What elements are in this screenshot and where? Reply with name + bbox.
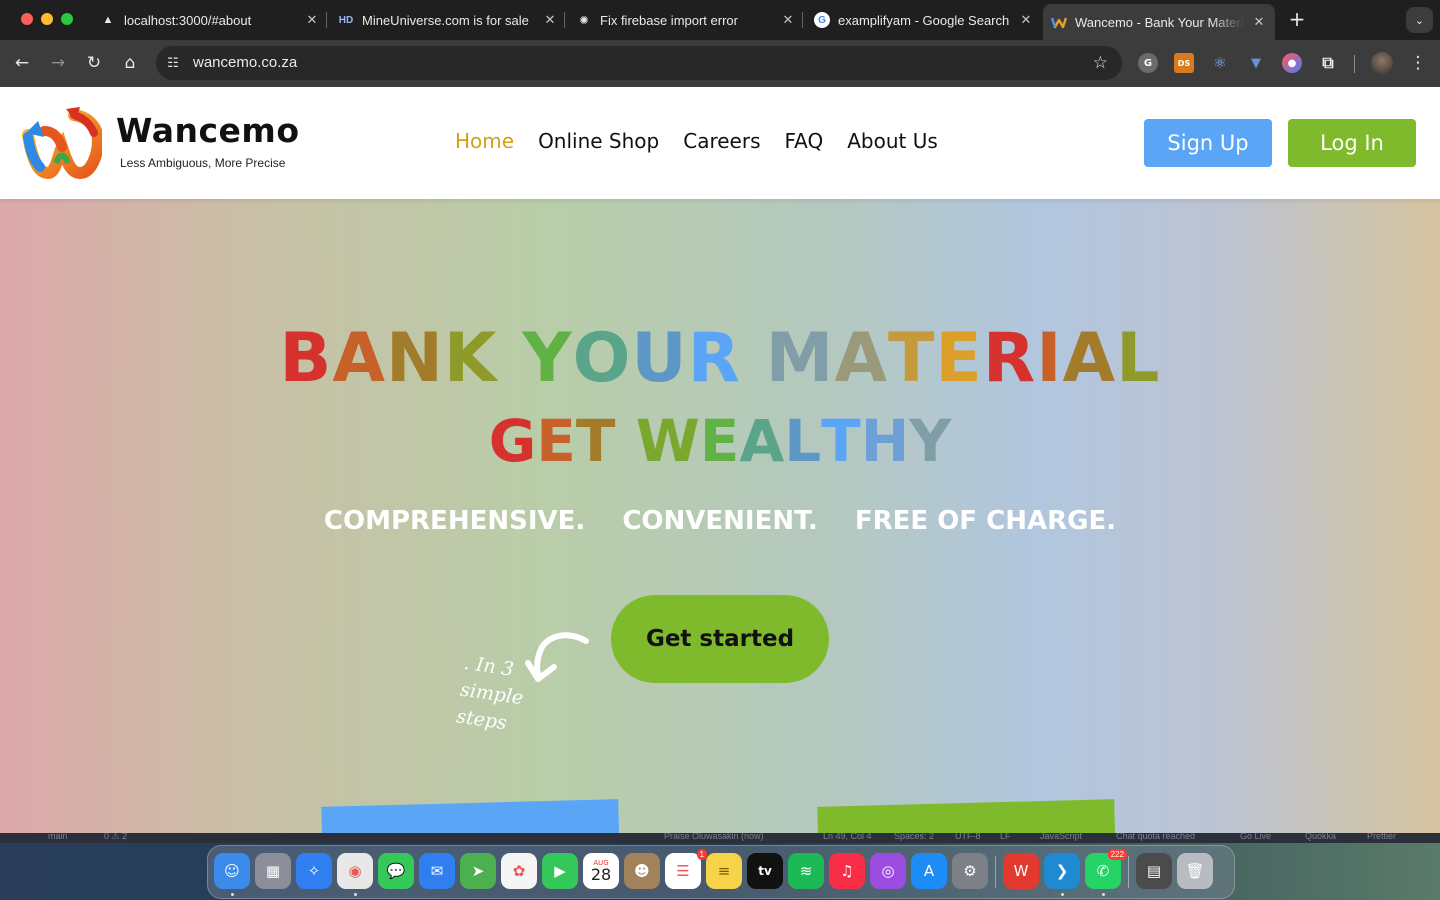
ds-icon[interactable]: DS xyxy=(1174,53,1194,73)
chrome-icon[interactable]: ◉ xyxy=(337,853,373,889)
nav-faq[interactable]: FAQ xyxy=(785,129,824,153)
tagline-free: FREE OF CHARGE. xyxy=(854,506,1117,536)
wps-office-icon[interactable]: W xyxy=(1003,853,1039,889)
close-icon[interactable]: ✕ xyxy=(1018,12,1034,28)
close-icon[interactable]: ✕ xyxy=(780,12,796,28)
notification-badge: 222 xyxy=(1107,849,1127,860)
url-text[interactable]: wancemo.co.za xyxy=(193,54,297,71)
wancemo-icon xyxy=(1051,14,1067,30)
reload-button[interactable]: ↻ xyxy=(82,51,106,75)
calendar-icon[interactable]: AUG 28 xyxy=(583,853,619,889)
chevron-down-icon: ⌄ xyxy=(1414,13,1425,27)
calendar-day: 28 xyxy=(590,865,612,884)
extensions-puzzle-icon[interactable]: ⧉ xyxy=(1318,53,1338,73)
launchpad-icon[interactable]: ▦ xyxy=(255,853,291,889)
brand-tagline: Less Ambiguous, More Precise xyxy=(120,156,286,170)
contacts-icon[interactable]: ☻ xyxy=(624,853,660,889)
trash-icon[interactable]: 🗑 xyxy=(1177,853,1213,889)
mail-icon[interactable]: ✉ xyxy=(419,853,455,889)
grammarly-icon[interactable]: G xyxy=(1138,53,1158,73)
address-bar[interactable]: ☷ wancemo.co.za ☆ xyxy=(156,46,1122,80)
nav-home[interactable]: Home xyxy=(455,129,514,153)
safari-icon[interactable]: ✧ xyxy=(296,853,332,889)
music-icon[interactable]: ♫ xyxy=(829,853,865,889)
react-devtools-icon[interactable]: ⚛ xyxy=(1210,53,1230,73)
steps-note: . In 3 simple steps xyxy=(455,651,525,735)
close-window-button[interactable] xyxy=(21,13,33,25)
forward-button[interactable]: → xyxy=(46,51,70,75)
vscode-status-bar: main 0 ⚠ 2 Praise Oluwasakin (now) Ln 49… xyxy=(0,833,1440,843)
appstore-icon[interactable]: A xyxy=(911,853,947,889)
reminders-icon[interactable]: ☰ 1 xyxy=(665,849,707,889)
podcasts-icon[interactable]: ◎ xyxy=(870,853,906,889)
wancemo-logo-icon[interactable] xyxy=(22,107,102,179)
site-header: Wancemo Less Ambiguous, More Precise Hom… xyxy=(0,87,1440,199)
shield-extension-icon[interactable]: ▼ xyxy=(1246,53,1266,73)
browser-menu-button[interactable]: ⋮ xyxy=(1406,51,1430,75)
website-viewport: Wancemo Less Ambiguous, More Precise Hom… xyxy=(0,87,1440,833)
site-settings-icon[interactable]: ☷ xyxy=(164,54,182,72)
bookmark-star-icon[interactable]: ☆ xyxy=(1093,53,1108,73)
step-card-green xyxy=(817,799,1116,833)
triangle-icon: ▲ xyxy=(102,14,114,26)
home-button[interactable]: ⌂ xyxy=(118,51,142,75)
nav-about-us[interactable]: About Us xyxy=(847,129,938,153)
fullscreen-window-button[interactable] xyxy=(61,13,73,25)
vscode-icon[interactable]: ❯ xyxy=(1044,853,1080,889)
appletv-icon[interactable]: tv xyxy=(747,853,783,889)
tab-mineuniverse[interactable]: HD MineUniverse.com is for sale ✕ xyxy=(338,6,558,34)
brand-name[interactable]: Wancemo xyxy=(116,111,300,150)
tab-wancemo[interactable]: Wancemo - Bank Your Material ✕ xyxy=(1043,4,1275,40)
close-icon[interactable]: ✕ xyxy=(542,12,558,28)
profile-avatar[interactable] xyxy=(1371,52,1393,74)
tagline-convenient: CONVENIENT. xyxy=(622,506,818,536)
tagline-comprehensive: COMPREHENSIVE. xyxy=(323,506,586,536)
browser-toolbar: ← → ↻ ⌂ ☷ wancemo.co.za ☆ G DS ⚛ ▼ ● ⧉ ⋮ xyxy=(0,40,1440,87)
tab-strip: ▲ localhost:3000/#about ✕ HD MineUnivers… xyxy=(0,0,1440,40)
close-icon[interactable]: ✕ xyxy=(1251,14,1267,30)
hero-taglines: COMPREHENSIVE. CONVENIENT. FREE OF CHARG… xyxy=(0,506,1440,536)
tab-localhost[interactable]: ▲ localhost:3000/#about ✕ xyxy=(100,6,320,34)
messages-icon[interactable]: 💬 xyxy=(378,853,414,889)
nav-online-shop[interactable]: Online Shop xyxy=(538,129,659,153)
hero-subtitle: GET WEALTHY xyxy=(488,407,952,475)
finder-icon[interactable]: ☺ xyxy=(214,853,250,889)
macos-dock: ☺ ▦ ✧ ◉ 💬 ✉ ➤ ✿ ▶ AUG 28 ☻ ☰ 1 ≡ tv ≋ ♫ ◎ A ⚙ W ❯ ✆ 222 ▤ 🗑 xyxy=(207,845,1235,899)
whatsapp-icon[interactable]: ✆ 222 xyxy=(1085,849,1127,889)
google-icon: G xyxy=(814,12,830,28)
notes-icon[interactable]: ≡ xyxy=(706,853,742,889)
sign-up-button[interactable]: Sign Up xyxy=(1144,119,1272,167)
get-started-button[interactable]: Get started xyxy=(611,595,829,683)
document-preview-icon[interactable]: ▤ xyxy=(1136,853,1172,889)
new-tab-button[interactable]: + xyxy=(1287,9,1307,29)
color-picker-icon[interactable]: ● xyxy=(1282,53,1302,73)
hd-icon: HD xyxy=(338,14,354,26)
minimize-window-button[interactable] xyxy=(41,13,53,25)
tab-firebase[interactable]: ✺ Fix firebase import error ✕ xyxy=(576,6,796,34)
nav-careers[interactable]: Careers xyxy=(683,129,760,153)
browser-window: ▲ localhost:3000/#about ✕ HD MineUnivers… xyxy=(0,0,1440,87)
tab-google-search[interactable]: G examplifyam - Google Search ✕ xyxy=(814,6,1034,34)
photos-icon[interactable]: ✿ xyxy=(501,853,537,889)
log-in-button[interactable]: Log In xyxy=(1288,119,1416,167)
facetime-icon[interactable]: ▶ xyxy=(542,853,578,889)
main-nav: Home Online Shop Careers FAQ About Us xyxy=(455,129,962,153)
system-settings-icon[interactable]: ⚙ xyxy=(952,853,988,889)
openai-icon: ✺ xyxy=(579,14,589,27)
tab-search-button[interactable]: ⌄ xyxy=(1406,7,1433,33)
hero-section: BANK YOUR MATERIAL GET WEALTHY COMPREHEN… xyxy=(0,199,1440,833)
back-button[interactable]: ← xyxy=(10,51,34,75)
spotify-icon[interactable]: ≋ xyxy=(788,853,824,889)
hero-title: BANK YOUR MATERIAL xyxy=(279,319,1161,398)
close-icon[interactable]: ✕ xyxy=(304,12,320,28)
step-card-blue xyxy=(321,799,620,833)
maps-icon[interactable]: ➤ xyxy=(460,853,496,889)
